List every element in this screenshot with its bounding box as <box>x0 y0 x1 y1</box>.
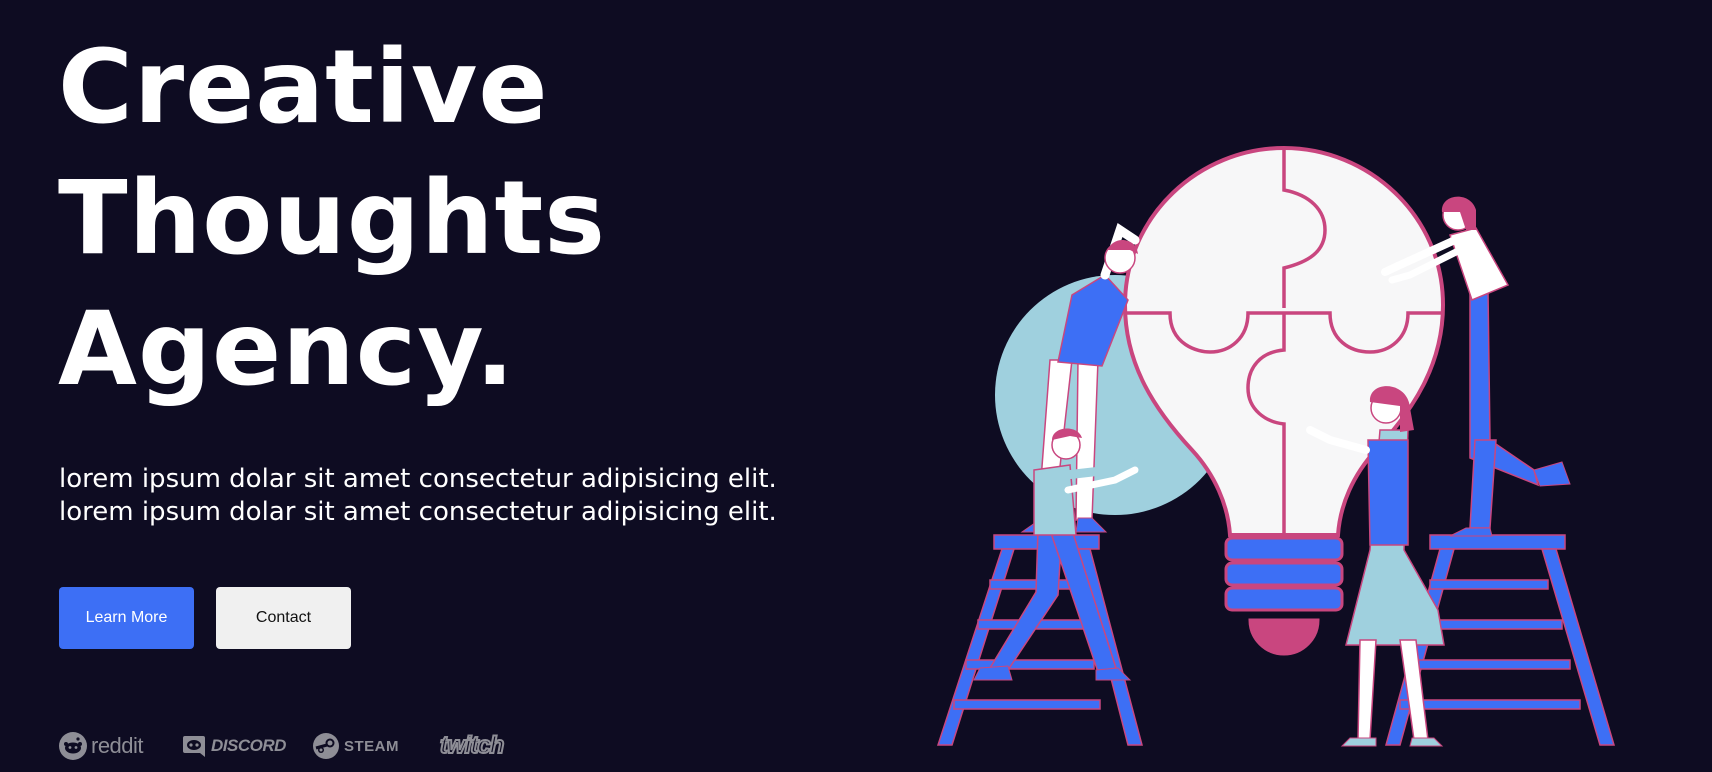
steam-icon <box>313 733 339 759</box>
hero-title: Creative Thoughts Agency. <box>58 22 606 415</box>
brand-reddit-label: reddit <box>91 733 144 758</box>
hero-title-line: Thoughts <box>58 159 606 278</box>
hero-subtitle-line: lorem ipsum dolar sit amet consectetur a… <box>59 464 777 494</box>
hero-section: Creative Thoughts Agency. lorem ipsum do… <box>0 0 1712 772</box>
contact-button[interactable]: Contact <box>216 587 351 649</box>
brand-discord[interactable]: DISCORD <box>182 734 313 758</box>
lightbulb-puzzle-illustration <box>936 145 1616 747</box>
brand-reddit[interactable]: reddit <box>59 732 182 760</box>
hero-title-line: Creative <box>58 28 549 147</box>
bulb-base <box>1224 536 1344 656</box>
brand-steam-label: STEAM <box>344 737 399 755</box>
brand-steam[interactable]: STEAM <box>313 733 440 759</box>
brand-twitch[interactable]: twitch <box>439 731 505 760</box>
hero-title-line: Agency. <box>58 290 516 409</box>
twitch-logo: twitch <box>439 731 505 760</box>
discord-icon <box>183 736 205 757</box>
hero-subtitle-line: lorem ipsum dolar sit amet consectetur a… <box>59 497 777 527</box>
hero-subtitle: lorem ipsum dolar sit amet consectetur a… <box>59 463 777 529</box>
brand-discord-label: DISCORD <box>211 736 286 755</box>
reddit-icon <box>59 732 87 760</box>
learn-more-button[interactable]: Learn More <box>59 587 194 649</box>
brand-logos: reddit DISCORD STEAM twitch <box>59 730 505 762</box>
